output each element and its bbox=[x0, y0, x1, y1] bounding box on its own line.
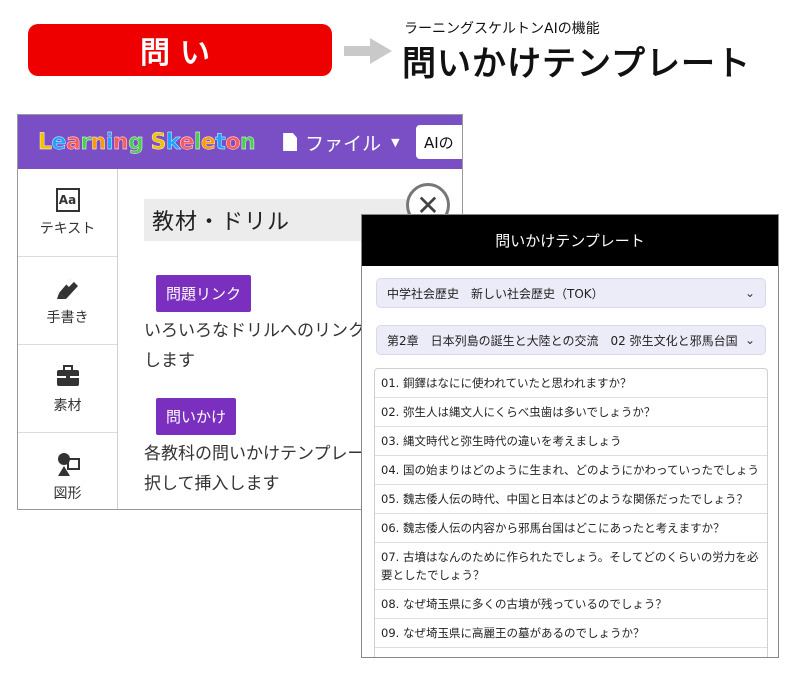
logo-letter: n bbox=[239, 129, 256, 155]
chevron-down-icon: ⌄ bbox=[744, 333, 755, 347]
logo-letter: l bbox=[193, 129, 202, 155]
feature-subtitle: ラーニングスケルトンAIの機能 bbox=[404, 21, 600, 37]
logo-letter: r bbox=[80, 129, 91, 155]
subject-select-value: 中学社会歴史 新しい社会歴史（TOK） bbox=[387, 286, 604, 301]
arrow-right-icon bbox=[344, 38, 392, 64]
app-logo[interactable]: Learning Skeleton bbox=[38, 129, 256, 155]
sidebar: Aa テキスト 手書き 素材 図形 bbox=[18, 169, 118, 509]
list-item[interactable]: 04. 国の始まりはどのように生まれ、どのようにかわっていったでしょう bbox=[375, 456, 767, 485]
list-item[interactable]: 05. 魏志倭人伝の時代、中国と日本はどのような関係だったでしょう？ bbox=[375, 485, 767, 514]
logo-letter: e bbox=[200, 129, 216, 155]
sidebar-item-label: 素材 bbox=[53, 397, 82, 414]
file-menu-button[interactable]: ファイル ▼ bbox=[283, 129, 400, 156]
app-toolbar: Learning Skeleton ファイル ▼ AIの bbox=[18, 115, 462, 169]
ai-menu-label: AIの bbox=[424, 133, 454, 152]
chevron-down-icon: ⌄ bbox=[744, 286, 755, 300]
pen-icon bbox=[56, 276, 78, 299]
sidebar-item-label: テキスト bbox=[39, 220, 96, 237]
file-icon bbox=[283, 133, 298, 151]
list-item[interactable]: 03. 縄文時代と弥生時代の違いを考えましょう bbox=[375, 427, 767, 456]
logo-letter: n bbox=[112, 129, 129, 155]
list-item[interactable]: 09. なぜ埼玉県に高麗王の墓があるのでしょうか？ bbox=[375, 619, 767, 648]
feature-title: 問いかけテンプレート bbox=[402, 44, 751, 84]
shapes-icon bbox=[57, 452, 80, 476]
logo-letter: L bbox=[38, 129, 52, 155]
logo-letter: S bbox=[150, 129, 166, 155]
logo-letter: e bbox=[179, 129, 194, 155]
logo-letter: i bbox=[105, 129, 114, 155]
chapter-select[interactable]: 第2章 日本列島の誕生と大陸との交流 02 弥生文化と邪馬台国 ⌄ bbox=[376, 325, 766, 355]
list-item[interactable]: 01. 銅鐸はなにに使われていたと思われますか？ bbox=[375, 369, 767, 398]
chapter-select-value: 第2章 日本列島の誕生と大陸との交流 02 弥生文化と邪馬台国 bbox=[387, 333, 738, 348]
feature-pill: 問い bbox=[28, 24, 332, 76]
sidebar-item-handwriting[interactable]: 手書き bbox=[18, 257, 117, 345]
list-item[interactable]: 08. なぜ埼玉県に多くの古墳が残っているのでしょう？ bbox=[375, 590, 767, 619]
logo-letter: k bbox=[165, 129, 180, 155]
question-list: 01. 銅鐸はなにに使われていたと思われますか？ 02. 弥生人は縄文人にくらべ… bbox=[374, 368, 768, 657]
text-aa-icon: Aa bbox=[55, 187, 80, 212]
list-item[interactable]: 07. 古墳はなんのために作られたでしょう。そしてどのくらいの労力を必要としたで… bbox=[375, 543, 767, 590]
caret-down-icon: ▼ bbox=[391, 135, 400, 149]
subject-select[interactable]: 中学社会歴史 新しい社会歴史（TOK） ⌄ bbox=[376, 278, 766, 308]
toolbox-icon bbox=[56, 364, 79, 386]
logo-letter: g bbox=[128, 129, 144, 155]
ai-menu-button[interactable]: AIの bbox=[416, 125, 462, 159]
logo-letter: o bbox=[225, 129, 241, 155]
dialog-title: 問いかけテンプレート bbox=[362, 215, 778, 266]
question-template-dialog: 問いかけテンプレート 中学社会歴史 新しい社会歴史（TOK） ⌄ 第2章 日本列… bbox=[361, 214, 779, 658]
sidebar-item-materials[interactable]: 素材 bbox=[18, 345, 117, 433]
logo-letter: a bbox=[65, 129, 81, 155]
list-item[interactable]: 02. 弥生人は縄文人にくらべ虫歯は多いでしょうか？ bbox=[375, 398, 767, 427]
sidebar-item-label: 手書き bbox=[46, 309, 89, 326]
feature-pill-label: 問い bbox=[140, 36, 220, 71]
sidebar-item-label: 図形 bbox=[53, 485, 82, 502]
sidebar-item-text[interactable]: Aa テキスト bbox=[18, 169, 117, 257]
file-menu-label: ファイル bbox=[305, 132, 382, 155]
logo-letter: e bbox=[51, 129, 66, 155]
list-item[interactable]: 06. 魏志倭人伝の内容から邪馬台国はどこにあったと考えますか？ bbox=[375, 514, 767, 543]
question-template-button[interactable]: 問いかけ bbox=[156, 398, 237, 435]
sidebar-item-shapes[interactable]: 図形 bbox=[18, 433, 117, 509]
logo-letter: t bbox=[215, 129, 226, 155]
problem-link-button[interactable]: 問題リンク bbox=[156, 275, 252, 312]
logo-letter: n bbox=[90, 129, 106, 155]
